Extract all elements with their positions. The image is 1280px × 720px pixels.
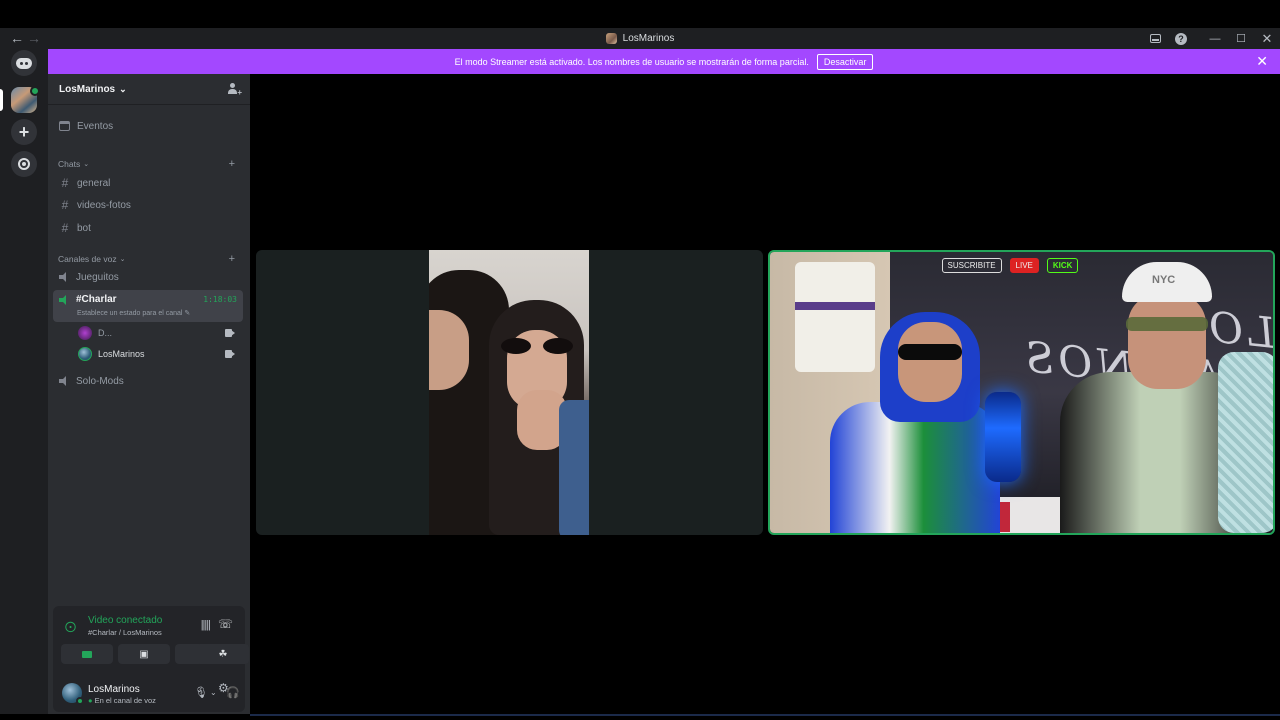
category-voice[interactable]: Canales de voz ⌄ + [58,252,243,266]
discover-button[interactable] [11,151,37,177]
category-voice-label: Canales de voz [58,254,117,264]
window-title: LosMarinos [0,28,1280,49]
calendar-icon [59,121,70,131]
channel-label: general [77,177,111,189]
close-icon[interactable]: ✕ [1256,53,1268,70]
invite-people-icon[interactable]: + [228,83,242,97]
voice-channel-jueguitos[interactable]: Jueguitos [53,267,243,287]
help-icon[interactable]: ? [1174,32,1188,46]
streamer-mode-banner: El modo Streamer está activado. Los nomb… [48,49,1280,74]
chevron-down-icon: ⌄ [119,256,126,263]
avatar [78,347,92,361]
channel-videos-fotos[interactable]: # videos-fotos [53,195,243,215]
overlay-chip: SUSCRIBITE [941,257,1002,273]
add-server-button[interactable]: + [11,119,37,145]
cap-text: NYC [1152,274,1176,286]
maximize-icon[interactable]: ☐ [1234,32,1248,46]
channel-label: bot [77,222,91,234]
hashtag-icon: # [61,221,69,235]
chevron-down-icon: ⌄ [83,161,90,168]
server-avatar-icon [605,33,617,44]
minimize-icon[interactable]: — [1208,32,1222,46]
discord-logo-icon [16,57,32,69]
active-channel-name: #Charlar [76,294,117,305]
channel-label: videos-fotos [77,199,131,211]
gear-icon[interactable]: ⚙ [218,681,229,695]
hashtag-icon: # [61,198,69,212]
speaker-icon [59,376,69,386]
server-selected-indicator [0,89,3,111]
camera-icon [82,650,92,658]
voice-user-losmarinos[interactable]: LosMarinos [78,344,243,364]
channel-label: Solo-Mods [76,375,124,387]
category-chats-label: Chats [58,159,81,169]
user-status: ● En el canal de voz [88,696,156,705]
letterbox-bottom [0,714,1280,720]
voice-status-subtitle[interactable]: #Charlar / LosMarinos [88,628,162,637]
window-title-text: LosMarinos [622,33,675,44]
plus-icon: + [18,122,30,142]
soundboard-button[interactable]: ☘ [197,644,249,664]
video-feed-d [429,250,589,535]
letterbox-top [0,0,1280,28]
server-rail: + [0,49,48,714]
call-timer: 1:18:03 [203,295,237,304]
inbox-icon[interactable] [1148,32,1162,46]
compass-icon [18,158,30,170]
screen-share-icon: ▣ [139,648,149,660]
channel-status-prompt[interactable]: Establece un estado para el canal ✎ [77,309,190,317]
camera-icon [225,350,235,358]
category-chats[interactable]: Chats ⌄ + [58,157,243,171]
events-item[interactable]: Eventos [53,116,243,136]
chevron-down-icon[interactable]: ⌄ [210,688,217,697]
avatar [78,326,92,340]
events-label: Eventos [77,120,114,132]
speaker-icon [59,295,69,305]
disconnect-icon[interactable]: ☏ [218,617,233,631]
server-voice-badge [30,86,40,96]
direct-messages-button[interactable] [11,50,37,76]
camera-toggle-button[interactable] [61,644,113,664]
voice-user-name: LosMarinos [98,349,145,359]
screen-share-button[interactable]: ▣ [118,644,170,664]
streamer-mode-text: El modo Streamer está activado. Los nomb… [454,56,809,67]
video-tile-d[interactable] [256,250,763,535]
channel-general[interactable]: # general [53,173,243,193]
online-status-indicator [76,697,84,705]
overlay-chip: LIVE [1009,257,1039,273]
speaker-icon [59,272,69,282]
voice-user-d[interactable]: D... [78,323,243,343]
soundboard-icon: ☘ [218,648,228,660]
voice-channel-solo-mods[interactable]: Solo-Mods [53,371,243,391]
chevron-down-icon: ⌄ [119,83,127,94]
create-channel-icon[interactable]: + [229,158,235,170]
voice-user-name: D... [98,328,113,338]
channel-sidebar: LosMarinos ⌄ + Eventos Chats ⌄ + # gener… [48,74,250,714]
camera-icon [225,329,235,337]
server-name: LosMarinos [59,83,116,95]
chevron-down-icon[interactable]: ⌄ [196,685,203,694]
video-stage: SUSCRIBITE LIVE KICK LOS MARINOS NYC [250,74,1280,714]
microphone-prop [985,392,1021,482]
voice-status-title: Video conectado [88,615,163,626]
deactivate-streamer-button[interactable]: Desactivar [816,53,874,70]
window-titlebar: ← → LosMarinos ? — ☐ ✕ [0,28,1280,49]
close-window-icon[interactable]: ✕ [1260,31,1274,46]
hashtag-icon: # [61,176,69,190]
server-header[interactable]: LosMarinos ⌄ + [48,74,250,105]
channel-label: Jueguitos [76,271,119,283]
channel-bot[interactable]: # bot [53,218,243,238]
video-tile-losmarinos[interactable]: SUSCRIBITE LIVE KICK LOS MARINOS NYC [768,250,1275,535]
video-feed-losmarinos: SUSCRIBITE LIVE KICK LOS MARINOS NYC [770,252,1273,533]
user-bar: LosMarinos ● En el canal de voz 🎙 ⌄ 🎧 ⌄ [53,680,245,708]
signal-icon: ⨀ [65,621,76,633]
noise-suppression-icon[interactable]: ||||| [201,619,211,631]
voice-channel-charlar[interactable]: #Charlar 1:18:03 Establece un estado par… [53,290,243,322]
create-channel-icon[interactable]: + [229,253,235,265]
user-name: LosMarinos [88,684,140,695]
